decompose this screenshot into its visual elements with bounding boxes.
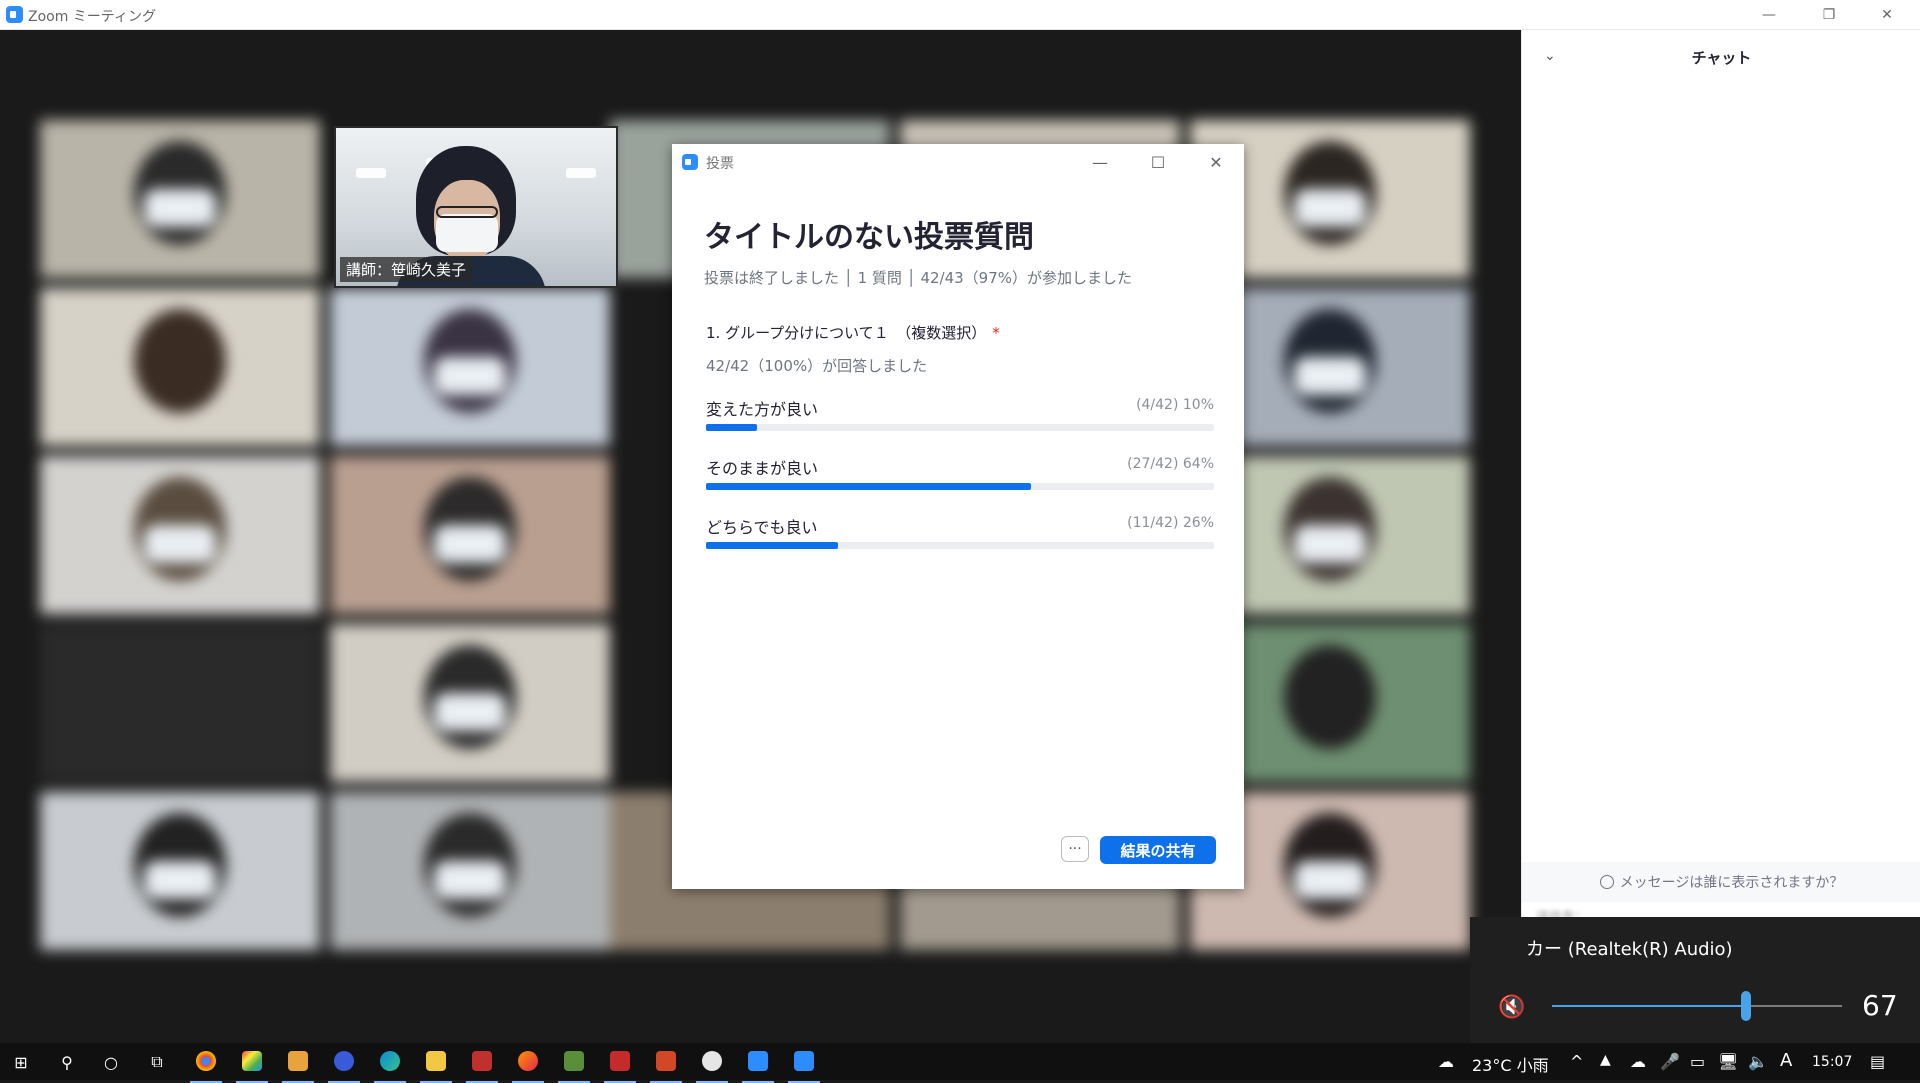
minimize-button[interactable]: — bbox=[1746, 0, 1792, 29]
video-tile[interactable] bbox=[330, 456, 610, 614]
person-icon bbox=[1599, 875, 1614, 889]
powerpoint-app-icon[interactable] bbox=[650, 1051, 682, 1083]
app-icon[interactable] bbox=[282, 1051, 314, 1083]
volume-slider-fill bbox=[1552, 1005, 1747, 1007]
option-stat: (4/42) 10% bbox=[1136, 397, 1214, 413]
search-icon[interactable]: ⚲ bbox=[56, 1051, 78, 1073]
poll-minimize-button[interactable]: — bbox=[1082, 150, 1118, 174]
video-tile[interactable] bbox=[40, 792, 320, 950]
required-mark: * bbox=[992, 324, 1000, 342]
audio-device-name: カー (Realtek(R) Audio) bbox=[1526, 939, 1733, 960]
app-icon[interactable] bbox=[466, 1051, 498, 1083]
volume-slider-thumb[interactable] bbox=[1741, 991, 1752, 1021]
answered-count: 42/42（100%）が回答しました bbox=[706, 357, 928, 375]
video-tile[interactable] bbox=[40, 456, 320, 614]
weather-icon[interactable]: ☁ bbox=[1438, 1052, 1454, 1071]
microphone-icon[interactable]: 🎤 bbox=[1660, 1052, 1680, 1071]
poll-window: 投票 — ☐ ✕ タイトルのない投票質問 投票は終了しました │ 1 質問 │ … bbox=[672, 144, 1244, 889]
poll-question: 1. グループ分けについて１ （複数選択） * bbox=[706, 322, 1000, 343]
option-stat: (27/42) 64% bbox=[1127, 456, 1214, 472]
chat-title: チャット bbox=[1691, 49, 1752, 67]
app-icon[interactable] bbox=[604, 1051, 636, 1083]
chevron-up-icon[interactable]: ^ bbox=[1570, 1052, 1583, 1071]
edge-app-icon[interactable] bbox=[374, 1051, 406, 1083]
result-bar-track bbox=[706, 424, 1214, 431]
poll-window-title: 投票 bbox=[706, 156, 734, 172]
poll-status: 投票は終了しました │ 1 質問 │ 42/43（97%）が参加しました bbox=[704, 269, 1133, 287]
video-tile[interactable] bbox=[40, 288, 320, 446]
ime-indicator[interactable]: A bbox=[1780, 1050, 1792, 1071]
poll-close-button[interactable]: ✕ bbox=[1198, 150, 1234, 174]
result-bar-fill bbox=[706, 542, 839, 549]
restore-button[interactable]: ❐ bbox=[1806, 0, 1852, 29]
clock[interactable]: 15:07 bbox=[1812, 1054, 1852, 1070]
battery-icon[interactable]: ▭ bbox=[1690, 1052, 1705, 1071]
poll-titlebar: 投票 — ☐ ✕ bbox=[672, 144, 1244, 180]
share-results-button[interactable]: 結果の共有 bbox=[1100, 836, 1216, 864]
message-visibility-text: メッセージは誰に表示されますか？ bbox=[1619, 875, 1844, 891]
app-icon[interactable] bbox=[696, 1051, 728, 1083]
firefox-app-icon[interactable] bbox=[512, 1051, 544, 1083]
presenter-video-tile[interactable]: 講師：笹崎久美子 bbox=[334, 126, 618, 288]
more-options-button[interactable]: ··· bbox=[1061, 836, 1089, 862]
option-label: どちらでも良い bbox=[706, 518, 818, 537]
chat-panel: ⌄ チャット メッセージは誰に表示されますか？ 送信先： bbox=[1521, 30, 1920, 1045]
taskbar: ⊞ ⚲ ○ ⧉ ☁ 23°C 小雨 ^ ▲ ☁ 🎤 ▭ 🖥 🔈 A 15:07 … bbox=[0, 1043, 1920, 1083]
window-title: Zoom ミーティング bbox=[28, 9, 156, 25]
video-tile[interactable] bbox=[40, 624, 320, 782]
volume-slider[interactable] bbox=[1552, 991, 1842, 1021]
question-text: 1. グループ分けについて１ （複数選択） bbox=[706, 324, 987, 342]
message-visibility-info[interactable]: メッセージは誰に表示されますか？ bbox=[1522, 862, 1920, 902]
close-button[interactable]: ✕ bbox=[1864, 0, 1910, 29]
paint-app-icon[interactable] bbox=[236, 1051, 268, 1083]
windows-start-icon[interactable]: ⊞ bbox=[10, 1051, 32, 1073]
option-stat: (11/42) 26% bbox=[1127, 515, 1214, 531]
volume-value: 67 bbox=[1862, 989, 1898, 1022]
zoom-app-icon bbox=[6, 6, 23, 23]
app-icon[interactable] bbox=[328, 1051, 360, 1083]
result-bar-fill bbox=[706, 483, 1032, 490]
video-tile[interactable] bbox=[40, 120, 320, 278]
option-label: そのままが良い bbox=[706, 459, 819, 478]
volume-flyout: カー (Realtek(R) Audio) 🔇 67 bbox=[1470, 917, 1920, 1043]
chrome-app-icon[interactable] bbox=[190, 1051, 222, 1083]
zoom-app-icon[interactable] bbox=[742, 1051, 774, 1083]
notification-icon[interactable]: ▤ bbox=[1870, 1052, 1885, 1071]
task-view-icon[interactable]: ⧉ bbox=[146, 1051, 168, 1073]
result-bar-track bbox=[706, 542, 1214, 549]
file-explorer-icon[interactable] bbox=[420, 1051, 452, 1083]
weather-text[interactable]: 23°C 小雨 bbox=[1472, 1052, 1549, 1076]
zoom-app-icon[interactable] bbox=[788, 1051, 820, 1083]
poll-maximize-button[interactable]: ☐ bbox=[1140, 150, 1176, 174]
cortana-icon[interactable]: ○ bbox=[100, 1051, 122, 1073]
speaker-icon[interactable]: 🔈 bbox=[1748, 1052, 1768, 1071]
video-tile[interactable] bbox=[330, 792, 610, 950]
onedrive-icon[interactable]: ☁ bbox=[1630, 1052, 1646, 1071]
tray-icon[interactable]: ▲ bbox=[1600, 1052, 1611, 1068]
participant-name-label: 講師：笹崎久美子 bbox=[340, 257, 473, 282]
video-tile[interactable] bbox=[330, 288, 610, 446]
speaker-mute-icon[interactable]: 🔇 bbox=[1498, 995, 1525, 1020]
option-label: 変えた方が良い bbox=[706, 400, 819, 419]
result-bar-fill bbox=[706, 424, 757, 431]
video-tile[interactable] bbox=[330, 624, 610, 782]
app-icon[interactable] bbox=[558, 1051, 590, 1083]
poll-title: タイトルのない投票質問 bbox=[704, 220, 1034, 255]
zoom-app-icon bbox=[682, 154, 698, 170]
result-bar-track bbox=[706, 483, 1214, 490]
network-icon[interactable]: 🖥 bbox=[1718, 1052, 1738, 1071]
window-titlebar: Zoom ミーティング — ❐ ✕ bbox=[0, 0, 1920, 30]
